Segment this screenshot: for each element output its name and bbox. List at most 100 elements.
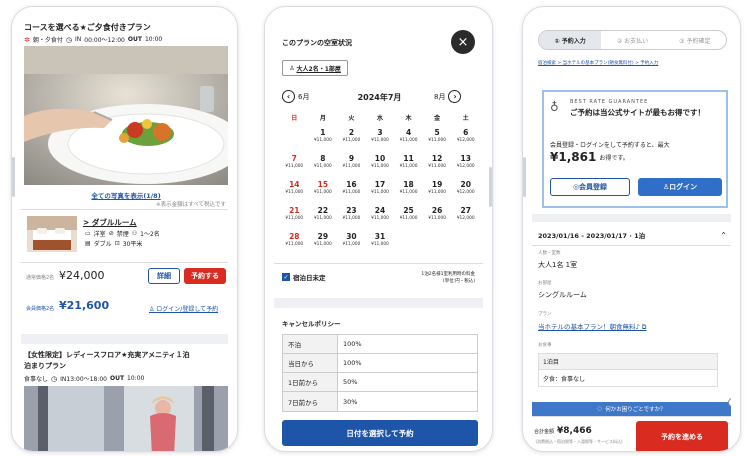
calendar-day-price: ¥11,000: [371, 190, 389, 195]
calendar-day-price: ¥12,000: [456, 164, 475, 169]
divider: [532, 245, 731, 246]
calendar-day[interactable]: 4 ¥11,000: [394, 128, 423, 143]
calendar-day[interactable]: 5 ¥11,000: [423, 128, 452, 143]
breadcrumb[interactable]: 宿泊検索 > 当ホテルの基本プラン(朝食無料付) > 予約入力: [538, 60, 658, 66]
calendar-day[interactable]: 14 ¥11,000: [280, 180, 309, 195]
login-button[interactable]: ♙ ログイン: [638, 178, 722, 196]
plan-link[interactable]: 当ホテルの基本プラン！朝食無料♪ ⧉: [538, 321, 646, 332]
calendar-day[interactable]: 24 ¥11,000: [366, 206, 395, 221]
plan2-meta: 食事なし ◷ IN13:00〜18:00 OUT 10:00: [24, 374, 144, 384]
calendar-day-price: ¥11,000: [342, 216, 361, 221]
plan1-checkin-range: 00:00〜12:00: [84, 37, 125, 44]
calendar-day[interactable]: 27 ¥12,000: [451, 206, 480, 221]
meal-day: 1泊目: [539, 354, 717, 370]
member-price: ¥21,600: [59, 299, 110, 312]
calendar-day[interactable]: 3 ¥11,000: [366, 128, 395, 143]
close-icon[interactable]: ×: [451, 30, 475, 54]
calendar-day-number: 19: [431, 180, 443, 189]
calendar-day[interactable]: 7 ¥11,000: [280, 154, 309, 169]
section-gap: [532, 214, 731, 222]
calendar-day[interactable]: 12 ¥11,000: [423, 154, 452, 169]
calendar-day[interactable]: 10 ¥11,000: [366, 154, 395, 169]
calendar-day[interactable]: 26 ¥11,000: [423, 206, 452, 221]
register-button[interactable]: ◎ 会員登録: [550, 178, 630, 196]
middle-phone: このプランの空室状況 × ♙ 大人2名・1部屋 ‹ 6月 2024年7月 8月 ›…: [264, 6, 493, 452]
plan1-out-label: OUT: [127, 36, 142, 43]
calendar-day[interactable]: 31 ¥11,000: [366, 232, 395, 247]
room-spec-capacity: 1〜2名: [140, 231, 160, 238]
calendar-day-number: 15: [317, 180, 329, 189]
calendar-day-price: ¥11,000: [285, 242, 304, 247]
member-price-label: 会員価格2名: [26, 306, 55, 312]
calendar-day-number: 14: [289, 180, 300, 189]
brg-title: BEST RATE GUARANTEE: [570, 99, 649, 105]
room-photo[interactable]: [27, 216, 77, 252]
calendar-day-price: ¥11,000: [371, 164, 389, 169]
calendar-day-number: 9: [348, 154, 355, 163]
all-photos-link[interactable]: 全ての写真を表示(1/8): [21, 190, 228, 200]
calendar-day[interactable]: 21 ¥11,000: [280, 206, 309, 221]
calendar-day[interactable]: 2 ¥11,000: [337, 128, 366, 143]
side-button: [523, 157, 526, 197]
chevron-up-icon: ⌃: [720, 230, 727, 240]
calendar-day[interactable]: 8 ¥11,000: [309, 154, 338, 169]
calendar-day-price: ¥11,000: [399, 164, 418, 169]
undecided-label: 宿泊日未定: [293, 274, 326, 282]
calendar-day[interactable]: 16 ¥11,000: [337, 180, 366, 195]
calendar-day-price: ¥11,000: [428, 190, 447, 195]
calendar-day-price: ¥11,000: [285, 164, 304, 169]
calendar-day[interactable]: 29 ¥11,000: [309, 232, 338, 247]
plan1-photo[interactable]: [24, 46, 228, 185]
room-spec-type: 洋室: [93, 231, 106, 238]
login-register-link[interactable]: ♙ ログイン/登録して予約: [149, 304, 218, 313]
calendar-day[interactable]: 15 ¥11,000: [309, 180, 338, 195]
cancel-rate: 100%: [343, 359, 362, 367]
calendar-day[interactable]: 9 ¥11,000: [337, 154, 366, 169]
guests-label: 人数・室数: [538, 251, 561, 256]
calendar-day-number: 3: [377, 128, 383, 137]
stay-summary-header[interactable]: 2023/01/16 - 2023/01/17 · 1泊 ⌃: [538, 226, 727, 244]
calendar-day-number: 10: [374, 154, 386, 163]
cancel-rate: 100%: [343, 340, 362, 348]
calendar-day-number: 25: [403, 206, 414, 215]
calendar-day[interactable]: 17 ¥11,000: [366, 180, 395, 195]
no-smoking-icon: ⊘: [108, 230, 114, 237]
calendar-day[interactable]: 20 ¥12,000: [451, 180, 480, 195]
detail-button[interactable]: 詳細: [148, 268, 180, 284]
help-bar-text: 何かお困りごとですか？: [605, 407, 666, 413]
next-month-label: 8月: [434, 92, 446, 101]
plan-label: プラン: [538, 312, 552, 317]
undecided-checkbox[interactable]: ✓ 宿泊日未定: [282, 272, 326, 282]
availability-heading: このプランの空室状況: [282, 39, 352, 47]
select-date-reserve-button[interactable]: 日付を選択して予約: [282, 420, 478, 446]
calendar-day[interactable]: 11 ¥11,000: [394, 154, 423, 169]
room-spec-bed: ダブル: [93, 241, 112, 248]
calendar-day-number: 21: [289, 206, 300, 215]
cancel-policy-heading: キャンセルポリシー: [282, 320, 341, 328]
calendar-grid: 1 ¥11,000 2 ¥11,000 3 ¥11,000 4 ¥11,000 5 ¥11,000…: [280, 118, 480, 258]
calendar-day[interactable]: 22 ¥11,000: [309, 206, 338, 221]
help-bar[interactable]: ◌ 何かお困りごとですか？: [532, 402, 731, 416]
calendar-day[interactable]: 28 ¥11,000: [280, 232, 309, 247]
chevron-right-icon: ›: [448, 90, 462, 103]
reserve-button[interactable]: 予約する: [184, 268, 226, 284]
next-month-button[interactable]: 8月 ›: [434, 90, 462, 103]
clock-icon: ◷: [65, 35, 72, 44]
size-icon: ⊡: [114, 240, 120, 247]
calendar-day-price: ¥12,000: [456, 138, 475, 143]
calendar-day[interactable]: 19 ¥11,000: [423, 180, 452, 195]
calendar-day[interactable]: 18 ¥11,000: [394, 180, 423, 195]
calendar-day-number: 22: [317, 206, 329, 215]
plan2-photo[interactable]: [24, 386, 228, 451]
calendar-day[interactable]: 13 ¥12,000: [451, 154, 480, 169]
calendar-day[interactable]: 30 ¥11,000: [337, 232, 366, 247]
room-name-link[interactable]: > ダブルルーム: [83, 217, 137, 228]
guest-selector[interactable]: ♙ 大人2名・1部屋: [282, 60, 348, 76]
calendar-day[interactable]: 6 ¥12,000: [451, 128, 480, 143]
calendar-day[interactable]: 1 ¥11,000: [309, 128, 338, 143]
calendar-day[interactable]: 23 ¥11,000: [337, 206, 366, 221]
proceed-button[interactable]: 予約を進める: [636, 421, 728, 451]
calendar-day[interactable]: 25 ¥11,000: [394, 206, 423, 221]
photo-note: ※表示金額はすべて税込です: [155, 202, 226, 208]
help-close-icon[interactable]: ×: [728, 398, 731, 407]
